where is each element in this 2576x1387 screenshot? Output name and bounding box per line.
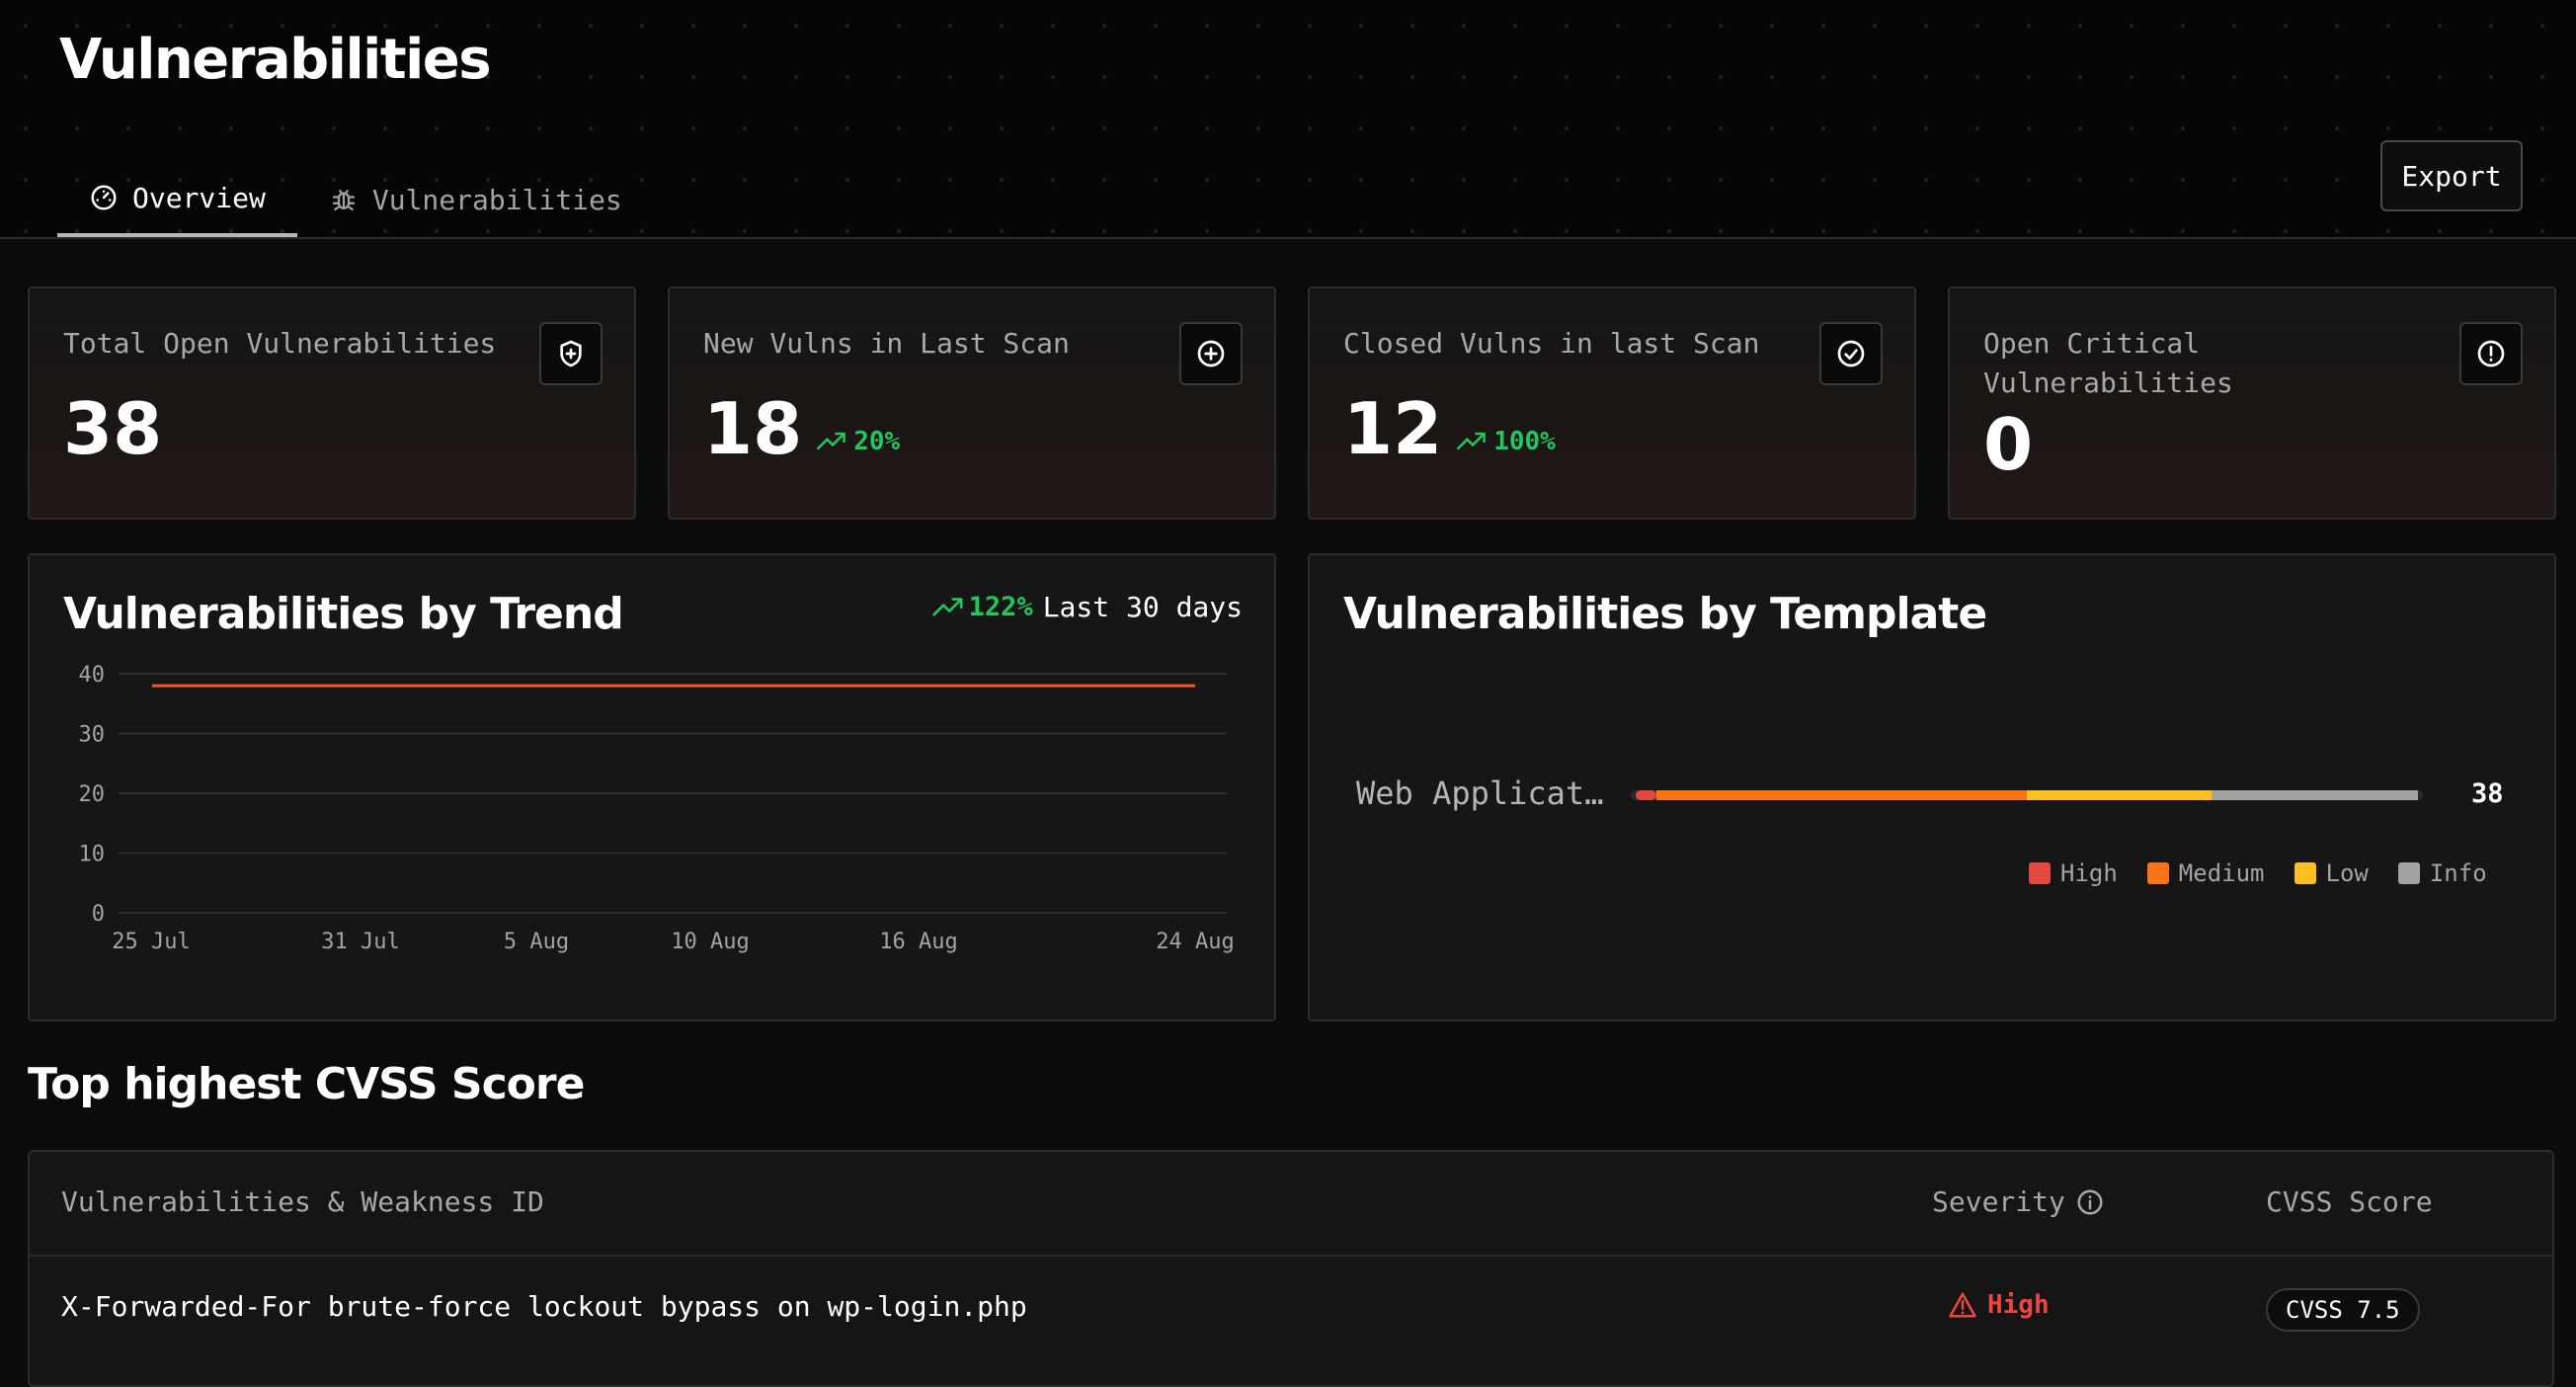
- legend-item-high: High: [2029, 859, 2118, 887]
- column-header-severity-label: Severity: [1932, 1185, 2065, 1218]
- page-title: Vulnerabilities: [59, 28, 492, 92]
- check-circle-icon: [1819, 322, 1883, 385]
- bug-icon: [332, 190, 355, 211]
- x-tick-label: 5 Aug: [504, 930, 569, 954]
- column-header-name-label: Vulnerabilities & Weakness ID: [61, 1185, 544, 1218]
- legend-label-low: Low: [2325, 859, 2369, 887]
- legend-swatch-low: [2294, 862, 2316, 884]
- legend-swatch-medium: [2146, 862, 2169, 884]
- column-header-name[interactable]: Vulnerabilities & Weakness ID: [61, 1185, 544, 1218]
- bar-segment-high: [1636, 790, 1656, 800]
- severity-badge: High: [1948, 1290, 2050, 1320]
- legend-item-info: Info: [2397, 859, 2487, 887]
- legend-swatch-high: [2029, 862, 2051, 884]
- x-tick-label: 10 Aug: [671, 930, 749, 954]
- stat-card-total-open: Total Open Vulnerabilities 38: [28, 286, 636, 520]
- info-icon[interactable]: [2075, 1187, 2105, 1217]
- page-header: Vulnerabilities Overview Vulnerabilities…: [0, 0, 2576, 239]
- y-tick-label: 0: [92, 902, 105, 927]
- trend-value: 20%: [853, 427, 901, 456]
- top-cvss-table: Vulnerabilities & Weakness ID Severity C…: [28, 1150, 2554, 1387]
- trending-up-icon: [817, 432, 846, 450]
- export-button[interactable]: Export: [2380, 140, 2523, 211]
- legend-label-info: Info: [2429, 859, 2487, 887]
- cvss-score-badge: CVSS 7.5: [2266, 1288, 2420, 1332]
- stat-value-row: 38: [63, 387, 162, 470]
- column-header-severity[interactable]: Severity: [1932, 1185, 2105, 1218]
- stat-card-open-critical: Open Critical Vulnerabilities 0: [1948, 286, 2556, 520]
- trend-badge: 100%: [1456, 427, 1556, 456]
- tab-bar: Overview Vulnerabilities: [57, 162, 654, 237]
- stat-value: 0: [1983, 403, 2034, 486]
- stat-value: 12: [1343, 387, 1443, 470]
- y-tick-label: 20: [79, 782, 106, 807]
- template-legend: High Medium Low Info: [2029, 859, 2487, 887]
- stat-value: 38: [63, 387, 163, 470]
- stat-label: Closed Vulns in last Scan: [1343, 327, 1760, 360]
- row-divider: [30, 1255, 2552, 1257]
- y-tick-label: 40: [79, 663, 106, 688]
- x-tick-label: 24 Aug: [1156, 930, 1234, 954]
- warning-triangle-icon: [1949, 1292, 1976, 1318]
- plus-circle-icon: [1179, 322, 1243, 385]
- legend-label-high: High: [2060, 859, 2118, 887]
- bar-segment-info: [2212, 790, 2418, 800]
- legend-item-medium: Medium: [2146, 859, 2265, 887]
- stat-value: 18: [703, 387, 803, 470]
- trend-line-chart: 0 10 20 30 40 25 Jul 31 Jul 5 Aug 10 Aug 16 Aug 24…: [79, 663, 1235, 954]
- alert-circle-icon: [2459, 322, 2523, 385]
- template-row-total: 38: [2471, 778, 2504, 809]
- stat-card-new-vulns: New Vulns in Last Scan 18 20%: [668, 286, 1276, 520]
- column-header-cvss[interactable]: CVSS Score: [2266, 1185, 2433, 1218]
- trend-value: 100%: [1493, 427, 1556, 456]
- stat-value-row: 18 20%: [703, 387, 900, 470]
- table-row-name[interactable]: X-Forwarded-For brute-force lockout bypa…: [61, 1290, 1027, 1323]
- stat-label: Total Open Vulnerabilities: [63, 327, 497, 360]
- stat-label: New Vulns in Last Scan: [703, 327, 1070, 360]
- tab-overview-label: Overview: [132, 181, 266, 214]
- stat-label: Open Critical Vulnerabilities: [1983, 327, 2233, 399]
- template-row-label: Web Applicat…: [1356, 775, 1604, 812]
- trending-up-icon: [1457, 432, 1487, 450]
- tab-vulnerabilities-label: Vulnerabilities: [371, 183, 622, 216]
- gauge-icon: [91, 185, 117, 210]
- trend-badge: 20%: [816, 427, 900, 456]
- bar-segment-low: [2027, 790, 2213, 800]
- x-tick-label: 16 Aug: [879, 930, 957, 954]
- y-tick-label: 10: [79, 843, 106, 867]
- legend-label-medium: Medium: [2178, 859, 2265, 887]
- y-tick-label: 30: [79, 723, 106, 748]
- x-tick-label: 31 Jul: [321, 930, 399, 954]
- legend-item-low: Low: [2294, 859, 2369, 887]
- x-tick-label: 25 Jul: [112, 930, 190, 954]
- tab-vulnerabilities[interactable]: Vulnerabilities: [297, 162, 654, 237]
- column-header-cvss-label: CVSS Score: [2266, 1185, 2433, 1218]
- stat-card-closed-vulns: Closed Vulns in last Scan 12 100%: [1308, 286, 1916, 520]
- bar-segment-medium: [1655, 790, 2027, 800]
- shield-plus-icon: [539, 322, 603, 385]
- trend-chart-panel: Vulnerabilities by Trend 122% Last 30 da…: [28, 553, 1276, 1021]
- top-cvss-title: Top highest CVSS Score: [28, 1059, 585, 1109]
- stat-value-row: 12 100%: [1343, 387, 1556, 470]
- legend-swatch-info: [2397, 862, 2420, 884]
- tab-overview[interactable]: Overview: [57, 162, 297, 237]
- severity-label: High: [1987, 1290, 2050, 1320]
- stat-value-row: 0: [1983, 403, 2033, 486]
